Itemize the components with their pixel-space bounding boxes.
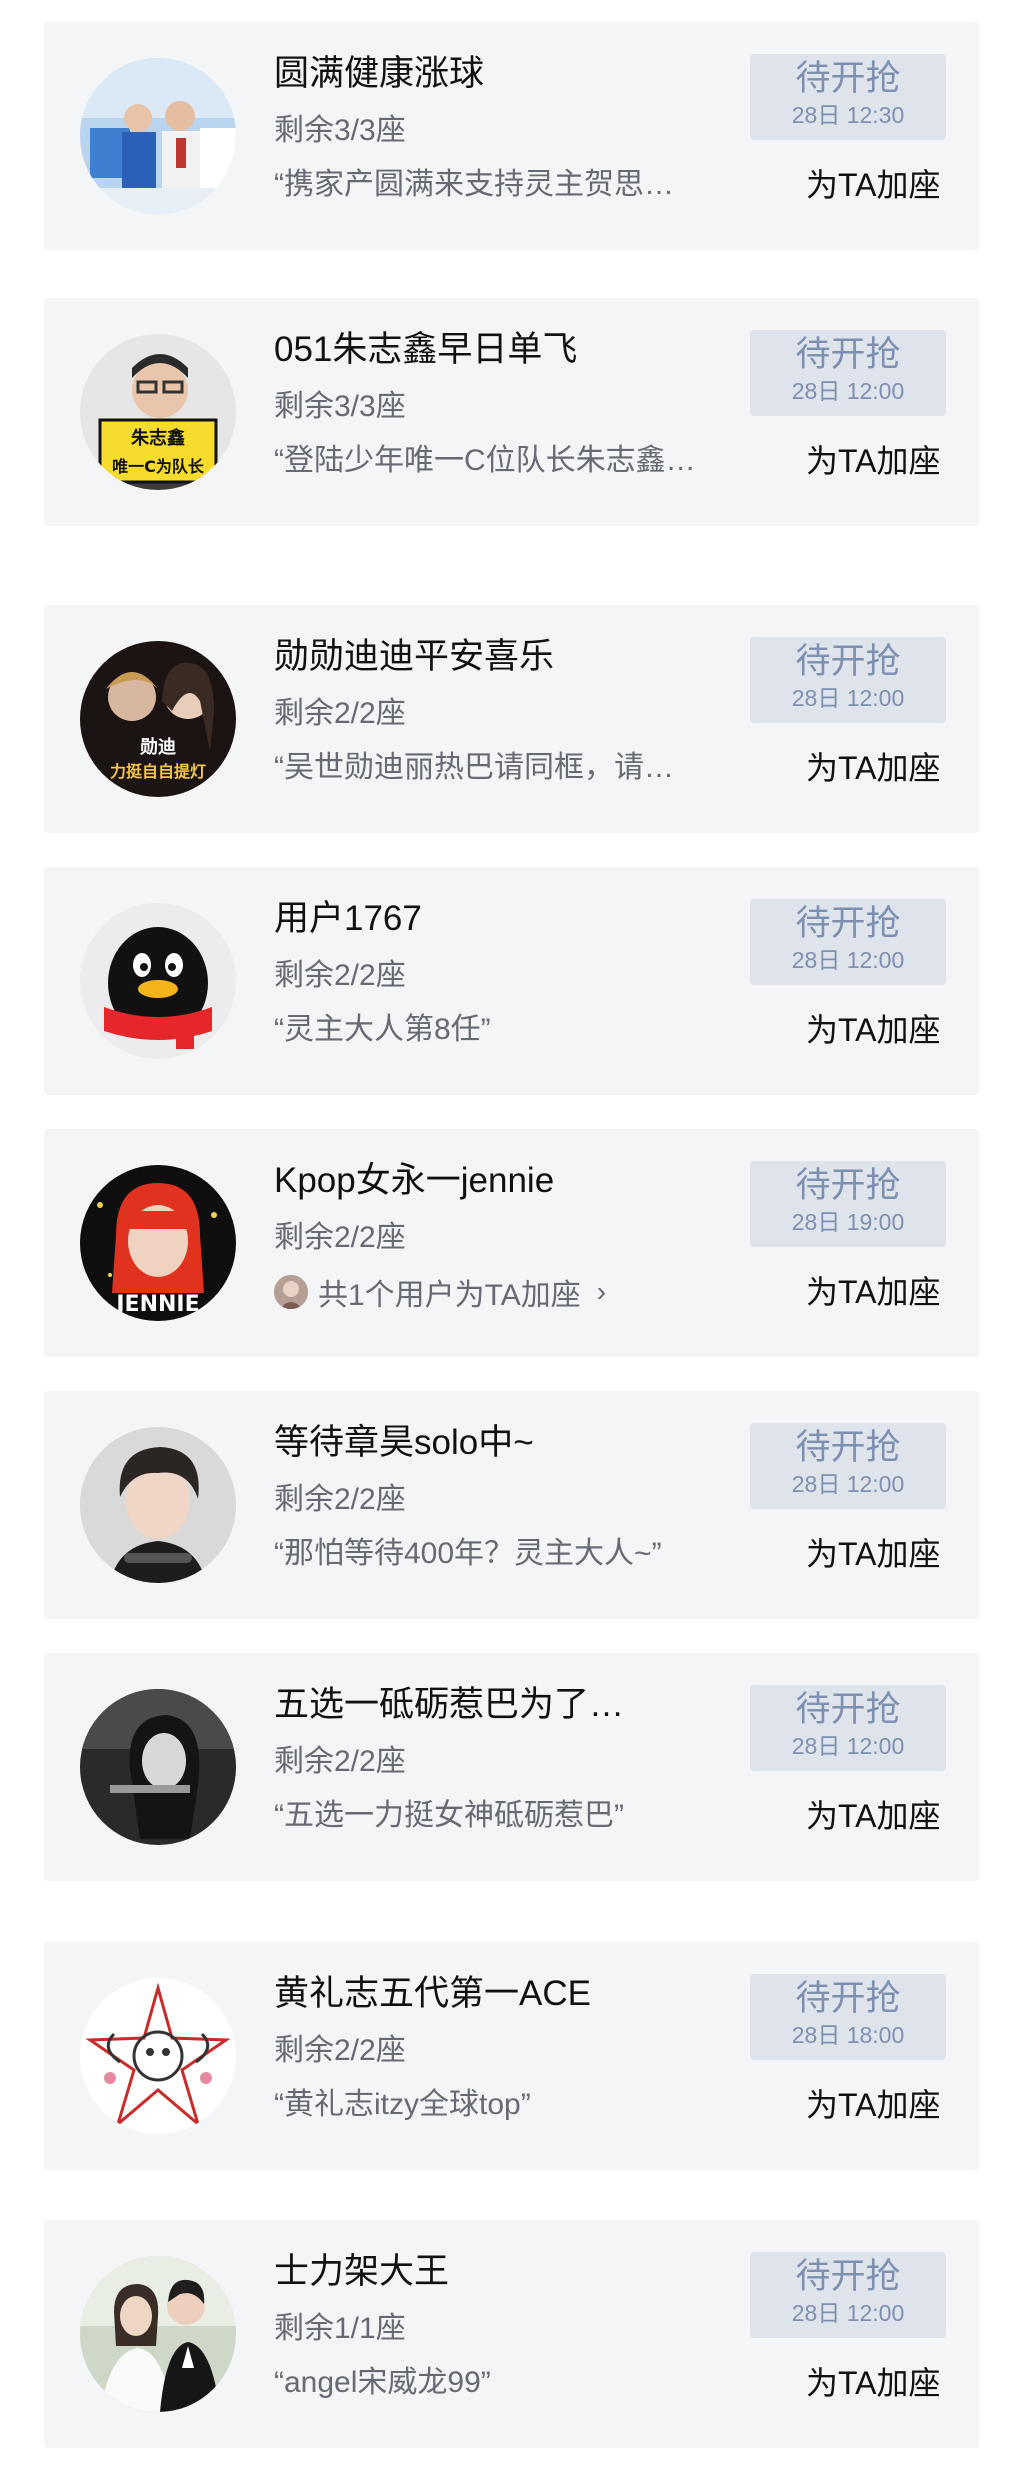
avatar-overlay-text-1: 勋迪 xyxy=(139,736,176,758)
add-seat-button[interactable]: 为TA加座 xyxy=(806,441,986,481)
avatar[interactable] xyxy=(80,903,236,1059)
item-quote: “灵主大人第8任” xyxy=(274,1013,491,1046)
seats-remaining: 剩余3/3座 xyxy=(274,390,406,423)
status-badge: 待开抢 28日 12:00 xyxy=(750,899,946,985)
status-label: 待开抢 xyxy=(795,2257,901,2296)
list-item[interactable]: 朱志鑫 唯一C为队长 051朱志鑫早日单飞 剩余3/3座 “登陆少年唯一C位队长… xyxy=(44,298,979,526)
item-name: 黄礼志五代第一ACE xyxy=(274,1974,591,2013)
list-item[interactable]: 士力架大王 剩余1/1座 “angel宋威龙99” 待开抢 28日 12:00 … xyxy=(44,2220,979,2448)
status-time: 28日 12:00 xyxy=(791,1733,905,1759)
item-name: 用户1767 xyxy=(274,899,422,938)
item-name: 圆满健康涨球 xyxy=(274,54,485,93)
status-label: 待开抢 xyxy=(795,59,901,98)
status-time: 28日 18:00 xyxy=(791,2022,905,2048)
status-time: 28日 12:00 xyxy=(791,1471,905,1497)
item-name: 五选一砥砺惹巴为了… xyxy=(274,1685,625,1724)
avatar[interactable]: JENNIE xyxy=(80,1165,236,1321)
seats-remaining: 剩余2/2座 xyxy=(274,1483,406,1516)
item-name: 等待章昊solo中~ xyxy=(274,1423,534,1462)
seats-remaining: 剩余2/2座 xyxy=(274,2034,406,2067)
status-label: 待开抢 xyxy=(795,1166,901,1205)
avatar[interactable]: 勋迪 力挺自自提灯 xyxy=(80,641,236,797)
list-item[interactable]: 五选一砥砺惹巴为了… 剩余2/2座 “五选一力挺女神砥砺惹巴” 待开抢 28日 … xyxy=(44,1653,979,1881)
add-seat-button[interactable]: 为TA加座 xyxy=(806,1534,986,1574)
status-badge: 待开抢 28日 12:00 xyxy=(750,330,946,416)
status-label: 待开抢 xyxy=(795,642,901,681)
add-seat-button[interactable]: 为TA加座 xyxy=(806,165,986,205)
boost-users-link[interactable]: 共1个用户为TA加座 › xyxy=(274,1272,606,1312)
chevron-right-icon: › xyxy=(596,1276,607,1307)
status-time: 28日 19:00 xyxy=(791,1209,905,1235)
woman-bw-photo-icon xyxy=(80,1689,236,1845)
item-name: 士力架大王 xyxy=(274,2252,450,2291)
supporter-avatar xyxy=(274,1275,308,1309)
qq-penguin-icon xyxy=(80,903,236,1059)
add-seat-button[interactable]: 为TA加座 xyxy=(806,2363,986,2403)
supporter-photo-icon xyxy=(274,1275,308,1309)
avatar[interactable] xyxy=(80,58,236,214)
status-badge: 待开抢 28日 19:00 xyxy=(750,1161,946,1247)
avatar-overlay-text: JENNIE xyxy=(114,1292,199,1317)
seats-remaining: 剩余2/2座 xyxy=(274,1221,406,1254)
seats-remaining: 剩余2/2座 xyxy=(274,697,406,730)
avatar-sign-text-2: 唯一C为队长 xyxy=(112,457,205,476)
item-quote: “携家产圆满来支持灵主贺思… xyxy=(274,168,674,201)
status-time: 28日 12:30 xyxy=(791,102,905,128)
status-label: 待开抢 xyxy=(795,1690,901,1729)
add-seat-button[interactable]: 为TA加座 xyxy=(806,2085,986,2125)
list-item[interactable]: 勋迪 力挺自自提灯 勋勋迪迪平安喜乐 剩余2/2座 “吴世勋迪丽热巴请同框，请…… xyxy=(44,605,979,833)
avatar-overlay-text-2: 力挺自自提灯 xyxy=(110,762,206,781)
list-item[interactable]: 用户1767 剩余2/2座 “灵主大人第8任” 待开抢 28日 12:00 为T… xyxy=(44,867,979,1095)
item-quote: “那怕等待400年？灵主大人~” xyxy=(274,1537,662,1570)
seats-remaining: 剩余1/1座 xyxy=(274,2312,406,2345)
add-seat-button[interactable]: 为TA加座 xyxy=(806,1796,986,1836)
couple-collage-photo-icon: 勋迪 力挺自自提灯 xyxy=(80,641,236,797)
add-seat-button[interactable]: 为TA加座 xyxy=(806,1272,986,1312)
status-label: 待开抢 xyxy=(795,335,901,374)
avatar[interactable] xyxy=(80,1689,236,1845)
status-badge: 待开抢 28日 18:00 xyxy=(750,1974,946,2060)
status-badge: 待开抢 28日 12:00 xyxy=(750,1423,946,1509)
status-label: 待开抢 xyxy=(795,904,901,943)
boost-text: 共1个用户为TA加座 xyxy=(318,1279,581,1312)
list-item[interactable]: 黄礼志五代第一ACE 剩余2/2座 “黄礼志itzy全球top” 待开抢 28日… xyxy=(44,1942,979,2170)
wedding-couple-photo-icon xyxy=(80,2256,236,2412)
avatar[interactable] xyxy=(80,1427,236,1583)
item-name: Kpop女永一jennie xyxy=(274,1161,555,1200)
seats-remaining: 剩余3/3座 xyxy=(274,114,406,147)
avatar[interactable] xyxy=(80,1978,236,2134)
young-man-photo-icon xyxy=(80,1427,236,1583)
status-time: 28日 12:00 xyxy=(791,685,905,711)
status-label: 待开抢 xyxy=(795,1428,901,1467)
status-label: 待开抢 xyxy=(795,1979,901,2018)
item-quote: “angel宋威龙99” xyxy=(274,2366,491,2399)
item-name: 051朱志鑫早日单飞 xyxy=(274,330,578,369)
athletes-photo-icon xyxy=(80,58,236,214)
item-quote: “吴世勋迪丽热巴请同框，请… xyxy=(274,751,674,784)
jennie-red-hair-photo-icon: JENNIE xyxy=(80,1165,236,1321)
person-with-sign-photo-icon: 朱志鑫 唯一C为队长 xyxy=(80,334,236,490)
status-badge: 待开抢 28日 12:00 xyxy=(750,637,946,723)
status-badge: 待开抢 28日 12:30 xyxy=(750,54,946,140)
status-time: 28日 12:00 xyxy=(791,378,905,404)
list-item[interactable]: 圆满健康涨球 剩余3/3座 “携家产圆满来支持灵主贺思… 待开抢 28日 12:… xyxy=(44,22,979,250)
avatar[interactable]: 朱志鑫 唯一C为队长 xyxy=(80,334,236,490)
list-item[interactable]: JENNIE Kpop女永一jennie 剩余2/2座 共1个用户为TA加座 ›… xyxy=(44,1129,979,1357)
status-badge: 待开抢 28日 12:00 xyxy=(750,2252,946,2338)
item-name: 勋勋迪迪平安喜乐 xyxy=(274,637,555,676)
status-time: 28日 12:00 xyxy=(791,947,905,973)
status-badge: 待开抢 28日 12:00 xyxy=(750,1685,946,1771)
add-seat-button[interactable]: 为TA加座 xyxy=(806,748,986,788)
item-quote: “登陆少年唯一C位队长朱志鑫… xyxy=(274,444,696,477)
item-quote: “五选一力挺女神砥砺惹巴” xyxy=(274,1799,624,1832)
red-sketch-emblem-icon xyxy=(80,1978,236,2134)
avatar[interactable] xyxy=(80,2256,236,2412)
status-time: 28日 12:00 xyxy=(791,2300,905,2326)
avatar-sign-text-1: 朱志鑫 xyxy=(131,427,185,449)
list-item[interactable]: 等待章昊solo中~ 剩余2/2座 “那怕等待400年？灵主大人~” 待开抢 2… xyxy=(44,1391,979,1619)
add-seat-button[interactable]: 为TA加座 xyxy=(806,1010,986,1050)
seats-remaining: 剩余2/2座 xyxy=(274,959,406,992)
seats-remaining: 剩余2/2座 xyxy=(274,1745,406,1778)
item-quote: “黄礼志itzy全球top” xyxy=(274,2088,531,2121)
